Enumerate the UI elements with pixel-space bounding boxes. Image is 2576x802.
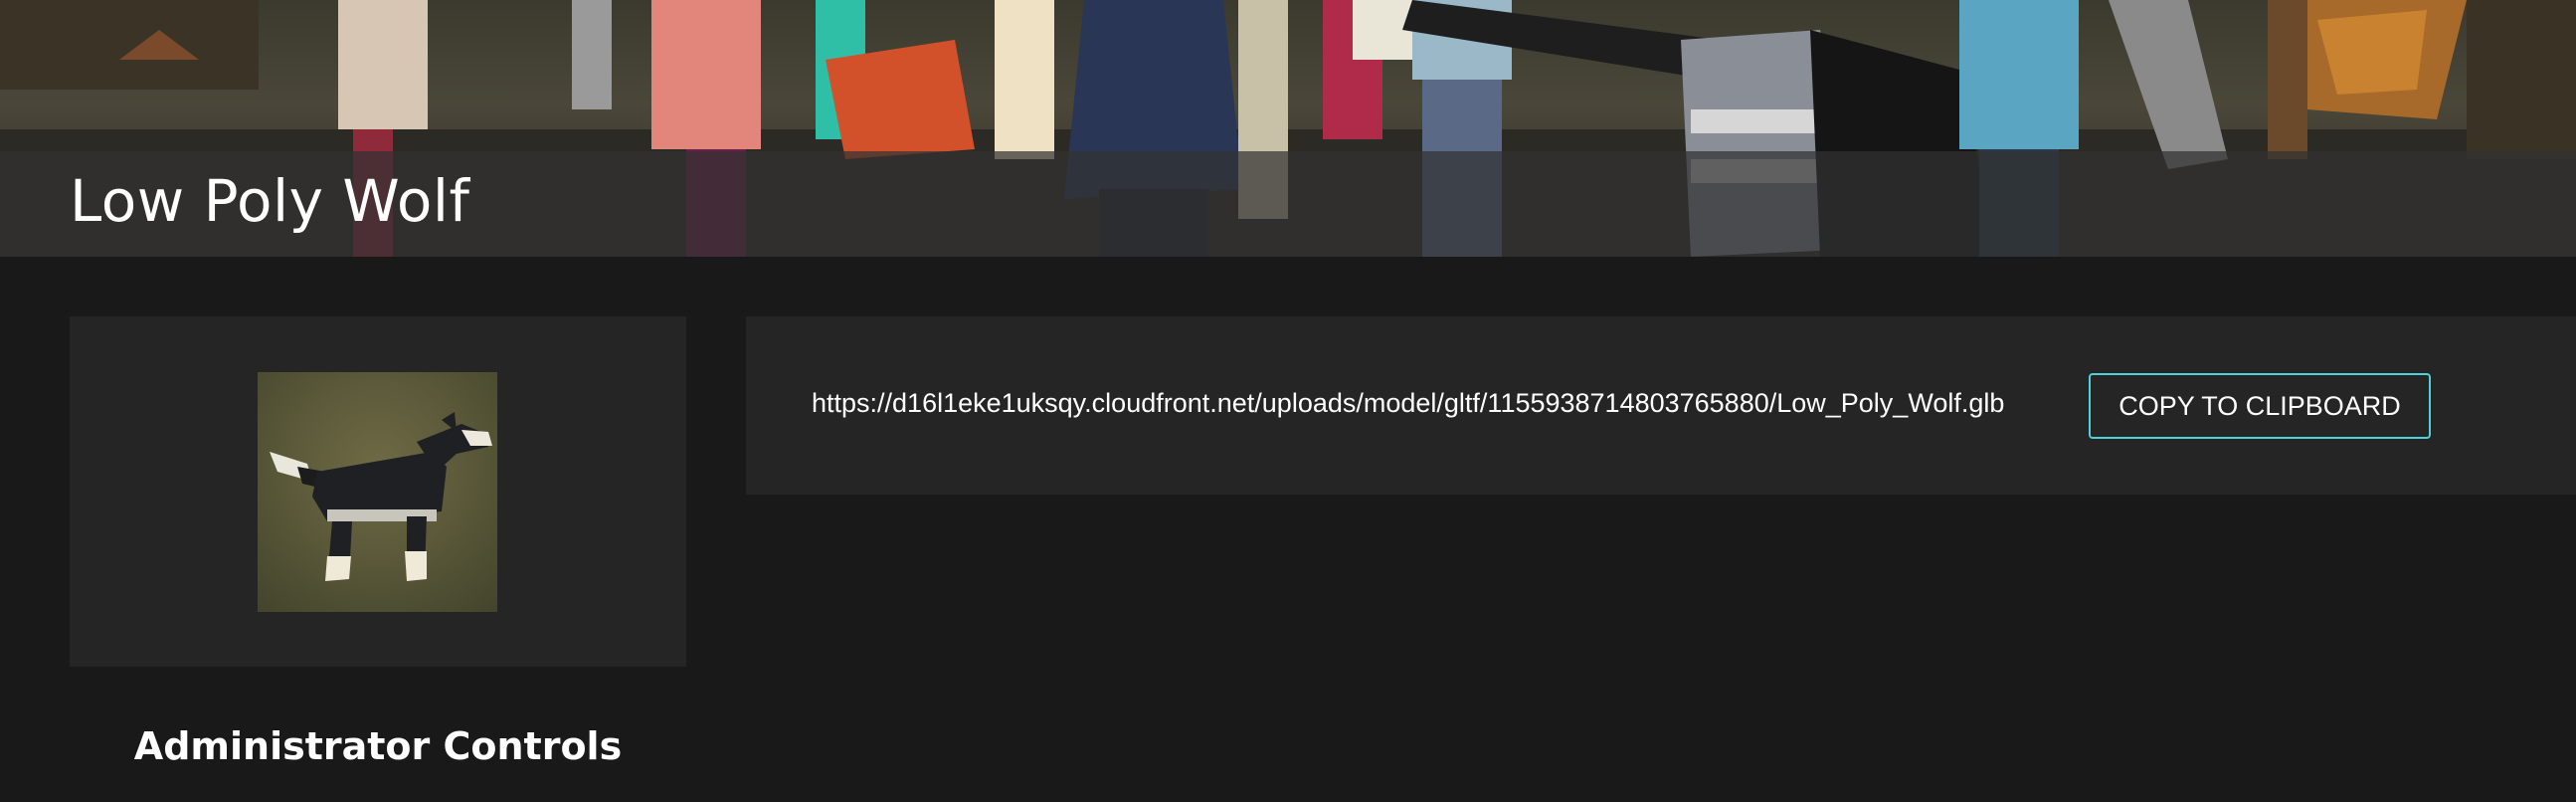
page-title: Low Poly Wolf [70, 167, 470, 235]
asset-url-panel: https://d16l1eke1uksqy.cloudfront.net/up… [746, 316, 2576, 495]
wolf-preview-icon [270, 412, 492, 581]
thumbnail-panel [70, 316, 686, 667]
asset-url-text[interactable]: https://d16l1eke1uksqy.cloudfront.net/up… [812, 388, 2004, 419]
copy-to-clipboard-button[interactable]: COPY TO CLIPBOARD [2089, 373, 2431, 439]
admin-controls-heading: Administrator Controls [133, 724, 623, 768]
model-thumbnail [258, 372, 497, 612]
